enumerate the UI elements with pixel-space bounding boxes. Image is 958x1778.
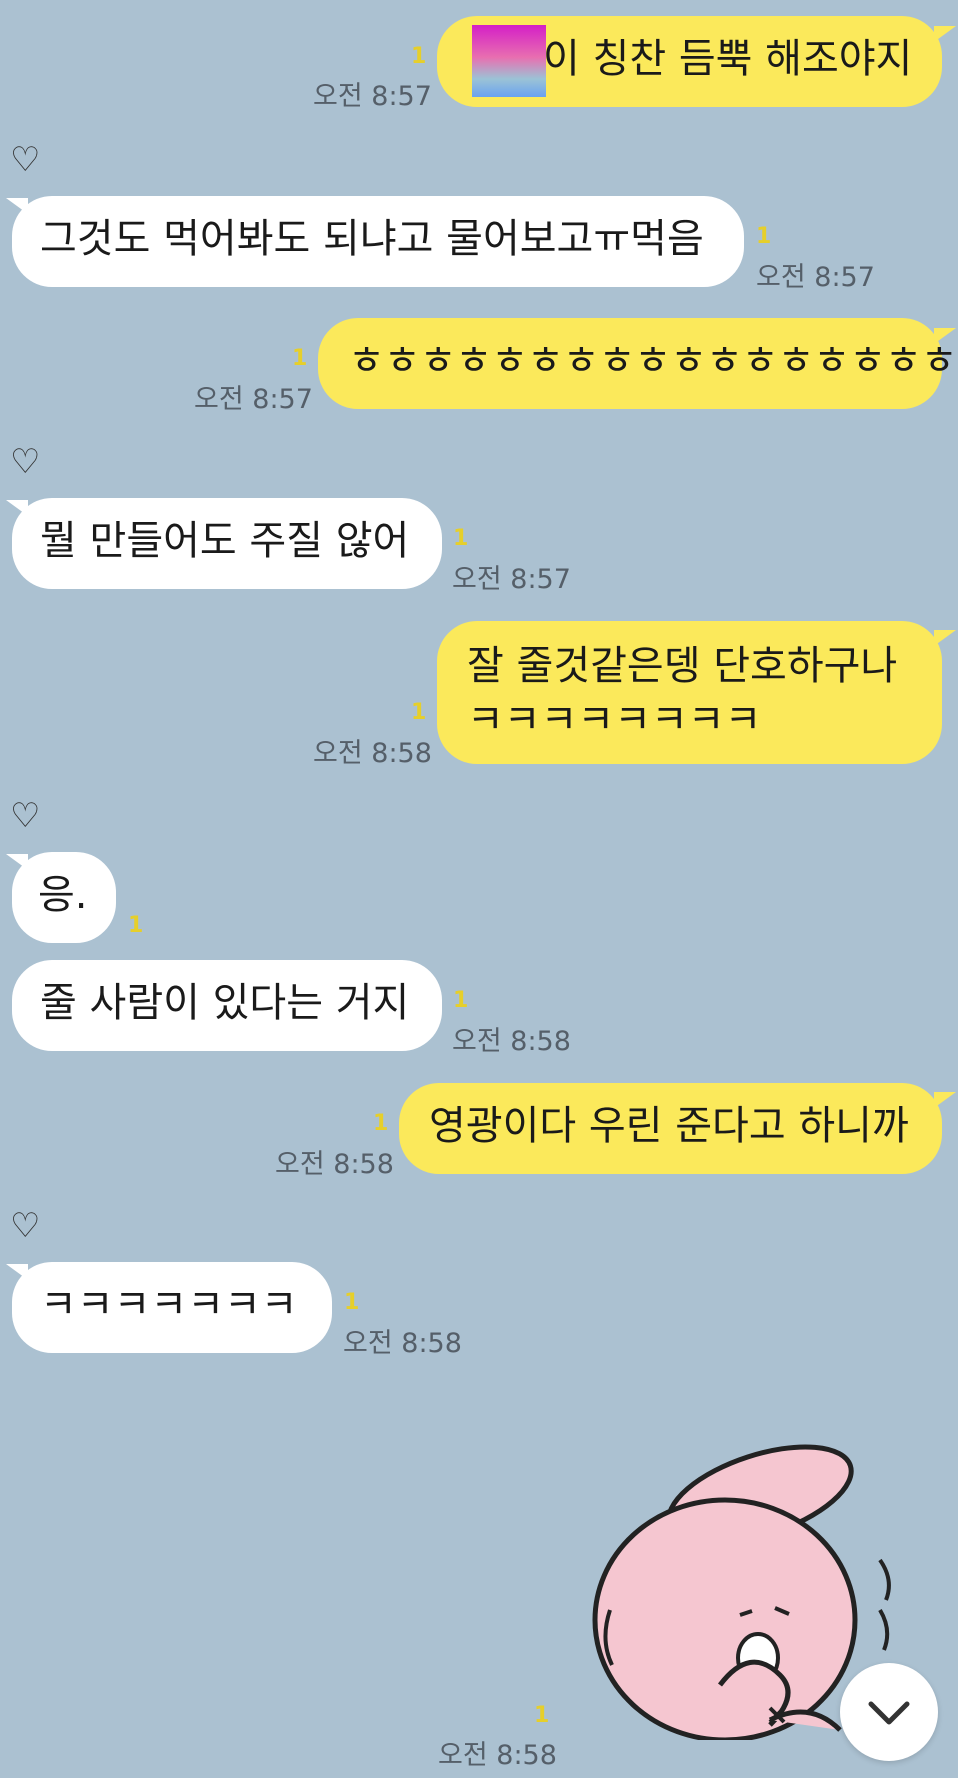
my-message-bubble[interactable]: ㅎㅎㅎㅎㅎㅎㅎㅎㅎㅎㅎㅎㅎㅎㅎㅎㅎ	[318, 318, 958, 409]
message-text-line: 잘 줄것같은뎅 단호하구나	[467, 643, 898, 689]
message-time: 오전 8:58	[452, 1026, 571, 1057]
message-time: 오전 8:57	[452, 564, 571, 595]
unread-count: 1	[756, 224, 772, 249]
unread-count: 1	[373, 1111, 389, 1136]
censored-name-block	[472, 25, 546, 97]
message-time: 오전 8:58	[343, 1328, 462, 1359]
message-time: 오전 8:57	[194, 384, 313, 415]
chevron-down-icon	[868, 1701, 910, 1725]
unread-count: 1	[453, 526, 469, 551]
message-time: 오전 8:58	[275, 1149, 394, 1180]
their-message-bubble[interactable]: 그것도 먹어봐도 되냐고 물어보고ㅠ먹음	[12, 196, 744, 287]
heart-outline-icon[interactable]: ♡	[10, 796, 40, 836]
their-message-bubble[interactable]: 응.	[12, 852, 116, 943]
my-message-bubble[interactable]: 잘 줄것같은뎅 단호하구나 ㅋㅋㅋㅋㅋㅋㅋㅋ	[437, 621, 942, 764]
my-message-bubble[interactable]: 영광이다 우린 준다고 하니까	[399, 1083, 942, 1174]
heart-outline-icon[interactable]: ♡	[10, 442, 40, 482]
heart-outline-icon[interactable]: ♡	[10, 140, 40, 180]
bubble-tail	[934, 328, 956, 344]
unread-count: 1	[344, 1290, 360, 1315]
unread-count: 1	[292, 346, 308, 371]
their-message-bubble[interactable]: 뭘 만들어도 주질 않어	[12, 498, 442, 589]
message-text-line: ㅋㅋㅋㅋㅋㅋㅋㅋ	[467, 697, 762, 743]
unread-count: 1	[411, 44, 427, 69]
unread-count: 1	[411, 700, 427, 725]
unread-count: 1	[534, 1703, 550, 1728]
bubble-tail	[934, 1092, 956, 1108]
scroll-to-bottom-button[interactable]	[840, 1663, 938, 1761]
unread-count: 1	[128, 913, 144, 938]
their-message-bubble[interactable]: ㅋㅋㅋㅋㅋㅋㅋ	[12, 1262, 332, 1353]
message-time: 오전 8:58	[438, 1740, 557, 1771]
bubble-tail	[934, 26, 956, 42]
unread-count: 1	[453, 988, 469, 1013]
message-time: 오전 8:58	[313, 738, 432, 769]
bubble-tail	[934, 630, 956, 646]
their-message-bubble[interactable]: 줄 사람이 있다는 거지	[12, 960, 442, 1051]
message-time: 오전 8:57	[756, 262, 875, 293]
heart-outline-icon[interactable]: ♡	[10, 1206, 40, 1246]
message-time: 오전 8:57	[313, 81, 432, 112]
